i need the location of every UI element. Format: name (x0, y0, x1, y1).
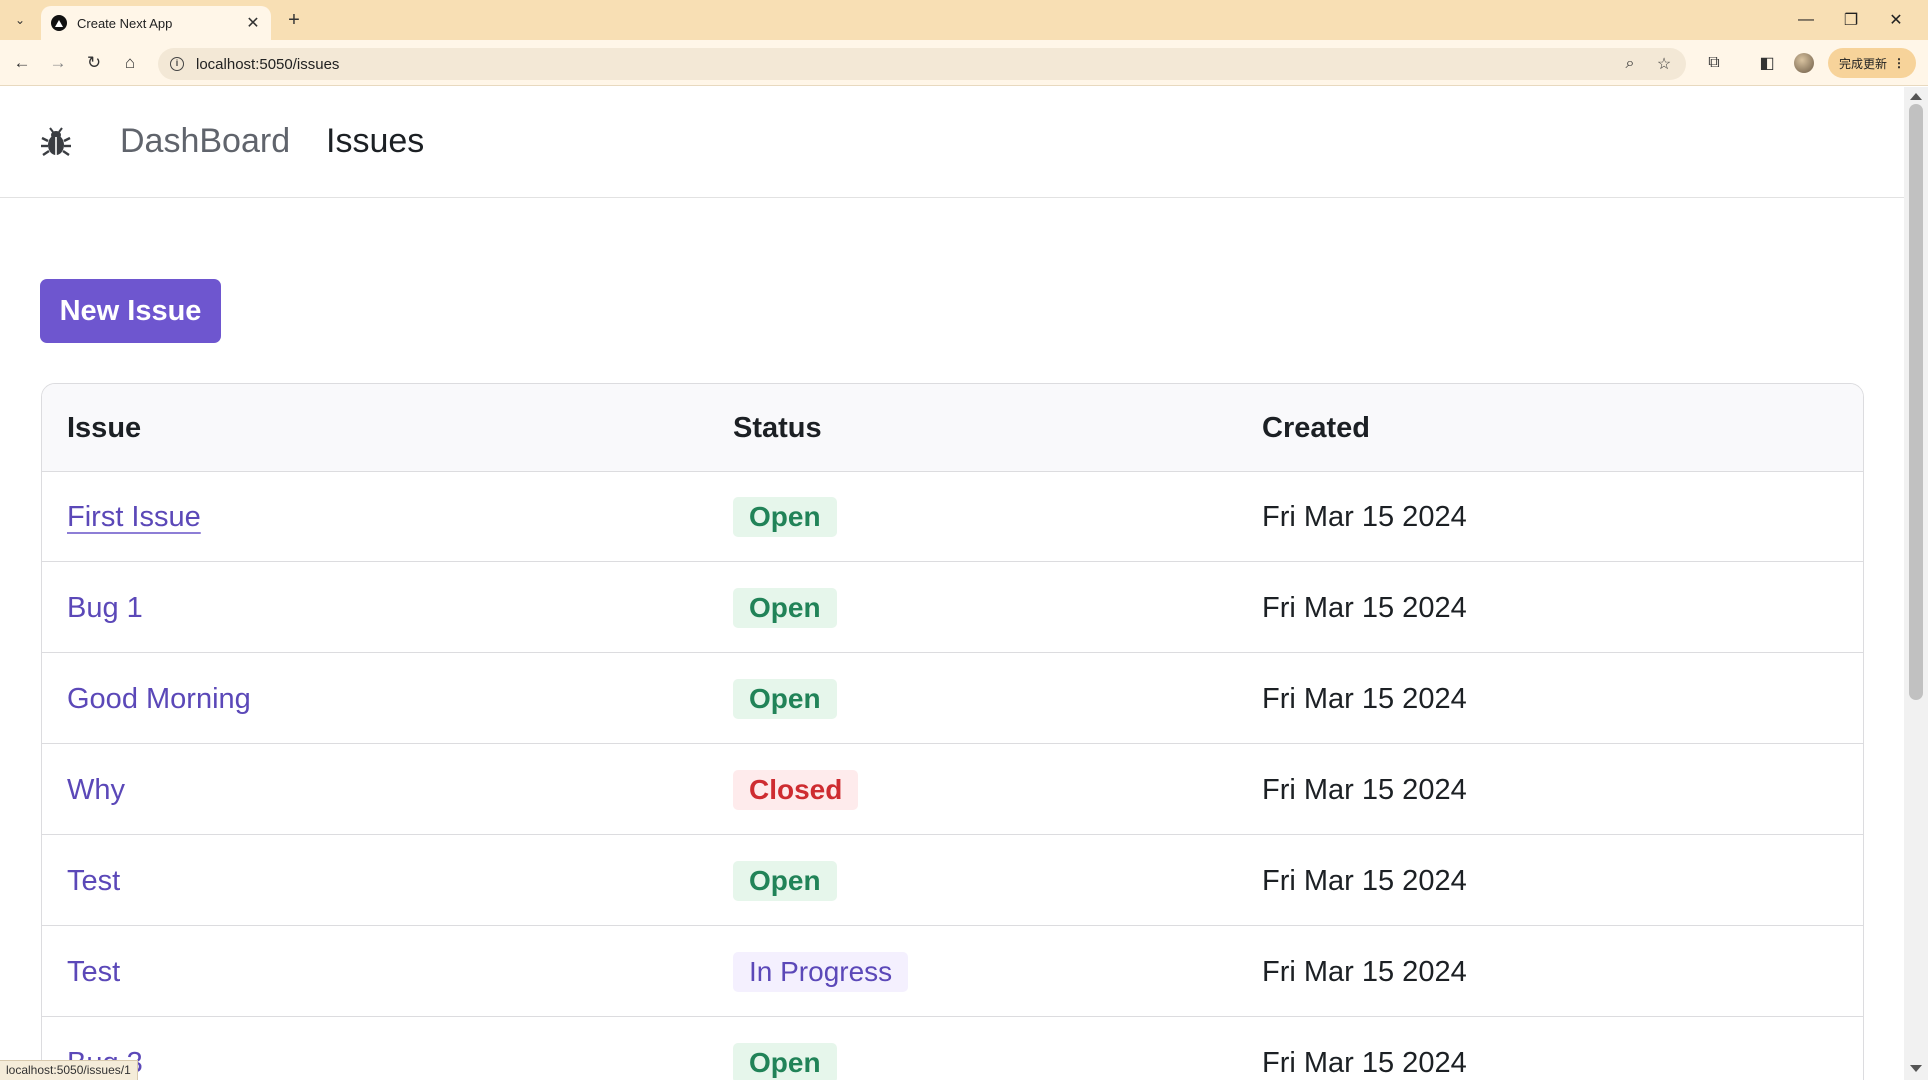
browser-tab[interactable]: Create Next App ✕ (41, 6, 271, 40)
cell-created: Fri Mar 15 2024 (1262, 955, 1467, 988)
page-content: DashBoard Issues New Issue Issue Status … (0, 87, 1904, 1080)
issue-link[interactable]: Good Morning (67, 683, 251, 716)
cell-issue: Why (67, 745, 125, 835)
nextjs-favicon-icon (51, 15, 67, 31)
browser-tab-strip: ⌄ Create Next App ✕ + — ❐ ✕ (0, 0, 1928, 40)
cell-issue: Good Morning (67, 654, 251, 744)
puzzle-icon[interactable]: ⧉ (1702, 51, 1726, 75)
table-row: Test In Progress Fri Mar 15 2024 (42, 927, 1863, 1017)
cell-issue: Test (67, 927, 120, 1017)
cell-status: In Progress (733, 927, 909, 1017)
issue-link[interactable]: Test (67, 956, 120, 989)
table-row: First Issue Open Fri Mar 15 2024 (42, 472, 1863, 562)
window-close-icon[interactable]: ✕ (1878, 6, 1914, 34)
cell-status: Open (733, 563, 837, 653)
issue-link[interactable]: Why (67, 774, 125, 807)
close-icon[interactable]: ✕ (245, 13, 261, 33)
arrow-right-icon[interactable]: → (46, 51, 70, 75)
header-issue: Issue (67, 412, 142, 444)
bug-icon[interactable] (40, 126, 72, 158)
table-row: Bug 3OpenFri Mar 15 2024 (42, 1018, 1863, 1080)
update-label: 完成更新 (1838, 56, 1887, 71)
cell-created: Fri Mar 15 2024 (1262, 773, 1467, 806)
status-bar-url: localhost:5050/issues/1 (0, 1060, 138, 1080)
table-row: Test Open Fri Mar 15 2024 (42, 836, 1863, 926)
table-row: Good Morning Open Fri Mar 15 2024 (42, 654, 1863, 744)
address-bar[interactable]: i localhost:5050/issues ⌕ ☆ (158, 48, 1686, 80)
home-icon[interactable]: ⌂ (118, 51, 142, 75)
cell-status: Open (733, 472, 837, 562)
site-info-icon[interactable]: i (170, 57, 184, 71)
chevron-down-icon[interactable]: ⌄ (10, 10, 30, 30)
page-scrollbar[interactable] (1904, 87, 1928, 1080)
scroll-down-icon[interactable] (1910, 1065, 1922, 1072)
update-button[interactable]: 完成更新 ⋮ (1828, 48, 1916, 78)
status-badge: Open (733, 861, 837, 901)
scroll-thumb[interactable] (1909, 104, 1923, 700)
cell-created: Fri Mar 15 2024 (1262, 1046, 1467, 1079)
new-tab-icon[interactable]: + (282, 8, 306, 32)
cell-issue: Test (67, 836, 120, 926)
header-created: Created (1262, 412, 1370, 444)
cell-status: Open (733, 1018, 837, 1080)
tab-title: Create Next App (77, 15, 173, 31)
status-badge: Open (733, 588, 837, 628)
issue-link[interactable]: Bug 1 (67, 592, 143, 625)
issue-link[interactable]: First Issue (67, 501, 201, 534)
minimize-icon[interactable]: — (1788, 6, 1824, 34)
status-badge: Closed (733, 770, 859, 810)
url-text: localhost:5050/issues (196, 55, 340, 73)
cell-status: Open (733, 836, 837, 926)
header-status: Status (733, 412, 822, 444)
nav-link-dashboard[interactable]: DashBoard (120, 121, 290, 161)
status-badge: Open (733, 679, 837, 719)
browser-toolbar: ← → ↻ ⌂ i localhost:5050/issues ⌕ ☆ ⧉ ◧ … (0, 40, 1928, 86)
issue-link[interactable]: Test (67, 865, 120, 898)
table-row: Why Closed Fri Mar 15 2024 (42, 745, 1863, 835)
more-icon: ⋮ (1893, 56, 1905, 70)
status-badge: Open (733, 497, 837, 537)
issues-table: Issue Status Created First Issue Open Fri … (41, 383, 1864, 1080)
cell-created: Fri Mar 15 2024 (1262, 591, 1467, 624)
cell-created: Fri Mar 15 2024 (1262, 500, 1467, 533)
cell-issue: First Issue (67, 472, 201, 562)
new-issue-button[interactable]: New Issue (40, 279, 221, 343)
table-row: Bug 1 Open Fri Mar 15 2024 (42, 563, 1863, 653)
zoom-icon[interactable]: ⌕ (1618, 52, 1642, 76)
side-panel-icon[interactable]: ◧ (1755, 51, 1779, 75)
cell-created: Fri Mar 15 2024 (1262, 682, 1467, 715)
reload-icon[interactable]: ↻ (82, 51, 106, 75)
scroll-up-icon[interactable] (1910, 93, 1922, 100)
cell-status: Closed (733, 745, 859, 835)
restore-icon[interactable]: ❐ (1833, 6, 1869, 34)
arrow-left-icon[interactable]: ← (10, 51, 34, 75)
star-icon[interactable]: ☆ (1652, 52, 1676, 76)
table-header: Issue Status Created (42, 384, 1863, 472)
status-badge: Open (733, 1043, 837, 1080)
cell-created: Fri Mar 15 2024 (1262, 864, 1467, 897)
cell-status: Open (733, 654, 837, 744)
nav-link-issues[interactable]: Issues (326, 121, 424, 161)
cell-issue: Bug 1 (67, 563, 143, 653)
status-badge: In Progress (733, 952, 909, 992)
app-navbar: DashBoard Issues (0, 87, 1904, 198)
profile-avatar[interactable] (1794, 53, 1814, 73)
